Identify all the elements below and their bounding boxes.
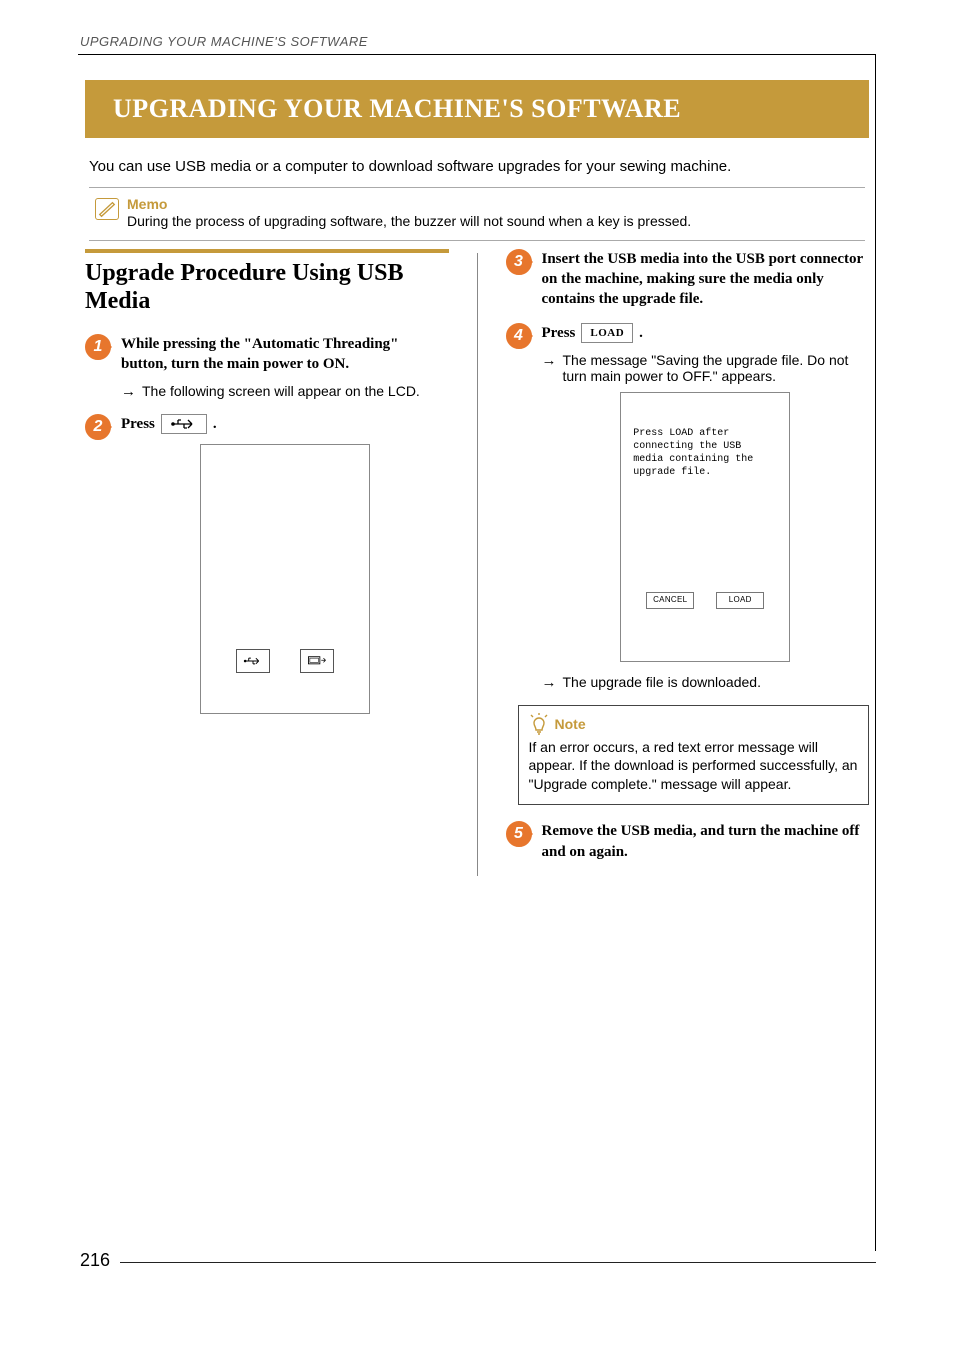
- period: .: [213, 414, 217, 434]
- page-content: UPGRADING YOUR MACHINE'S SOFTWARE You ca…: [85, 80, 869, 1247]
- step-2: 2 Press .: [85, 414, 449, 714]
- lcd-screen-1: [200, 444, 370, 714]
- arrow-icon: →: [542, 674, 557, 691]
- lcd-screen-2: Press LOAD after connecting the USB medi…: [620, 392, 790, 662]
- page-number: 216: [80, 1250, 110, 1271]
- right-rule: [875, 54, 876, 1251]
- note-block: Note If an error occurs, a red text erro…: [518, 705, 870, 806]
- divider: [89, 240, 865, 241]
- two-column-layout: Upgrade Procedure Using USB Media 1 Whil…: [85, 249, 869, 876]
- arrow-icon: →: [121, 383, 136, 400]
- step-4-sub2-text: The upgrade file is downloaded.: [563, 674, 761, 691]
- lcd-cancel-button: CANCEL: [646, 592, 694, 608]
- period: .: [639, 323, 643, 343]
- lcd-usb-button: [236, 649, 270, 673]
- section-rule: [85, 249, 449, 253]
- right-column: 3 Insert the USB media into the USB port…: [506, 249, 870, 876]
- step-5: 5 Remove the USB media, and turn the mac…: [506, 821, 870, 862]
- footer-rule: [120, 1262, 876, 1263]
- memo-block: Memo During the process of upgrading sof…: [85, 196, 869, 240]
- step-4: 4 Press LOAD . → The message "Saving the…: [506, 323, 870, 690]
- note-icon: [529, 712, 549, 736]
- step-1-title: While pressing the "Automatic Threading"…: [121, 334, 449, 375]
- step-1-sub: → The following screen will appear on th…: [121, 383, 449, 400]
- intro-text: You can use USB media or a computer to d…: [89, 158, 865, 175]
- left-column: Upgrade Procedure Using USB Media 1 Whil…: [85, 249, 449, 876]
- step-3: 3 Insert the USB media into the USB port…: [506, 249, 870, 310]
- memo-text: During the process of upgrading software…: [127, 212, 691, 232]
- page-title: UPGRADING YOUR MACHINE'S SOFTWARE: [85, 80, 869, 138]
- divider: [89, 187, 865, 188]
- press-label: Press: [542, 323, 576, 343]
- step-badge-5: 5: [506, 821, 532, 847]
- lcd-load-button: LOAD: [716, 592, 764, 608]
- lcd-computer-button: [300, 649, 334, 673]
- load-button: LOAD: [581, 323, 633, 343]
- press-label: Press: [121, 414, 155, 434]
- running-head: UPGRADING YOUR MACHINE'S SOFTWARE: [80, 34, 368, 49]
- step-2-title: Press .: [121, 414, 449, 434]
- column-divider: [477, 253, 478, 876]
- note-label: Note: [555, 716, 586, 732]
- step-badge-1: 1: [85, 334, 111, 360]
- step-4-sub2: → The upgrade file is downloaded.: [542, 674, 870, 691]
- section-title: Upgrade Procedure Using USB Media: [85, 259, 449, 317]
- step-badge-2: 2: [85, 414, 111, 440]
- note-text: If an error occurs, a red text error mes…: [529, 738, 859, 795]
- memo-icon: [95, 198, 119, 220]
- step-4-sub-text: The message "Saving the upgrade file. Do…: [563, 352, 870, 384]
- step-4-title: Press LOAD .: [542, 323, 870, 343]
- step-5-title: Remove the USB media, and turn the machi…: [542, 821, 870, 862]
- arrow-icon: →: [542, 352, 557, 384]
- step-4-sub: → The message "Saving the upgrade file. …: [542, 352, 870, 384]
- lcd2-message: Press LOAD after connecting the USB medi…: [633, 427, 777, 479]
- step-3-title: Insert the USB media into the USB port c…: [542, 249, 870, 310]
- step-badge-4: 4: [506, 323, 532, 349]
- step-1-sub-text: The following screen will appear on the …: [142, 383, 420, 400]
- memo-label: Memo: [127, 196, 691, 212]
- usb-icon-button: [161, 414, 207, 434]
- step-badge-3: 3: [506, 249, 532, 275]
- step-1: 1 While pressing the "Automatic Threadin…: [85, 334, 449, 400]
- top-rule: [78, 54, 876, 55]
